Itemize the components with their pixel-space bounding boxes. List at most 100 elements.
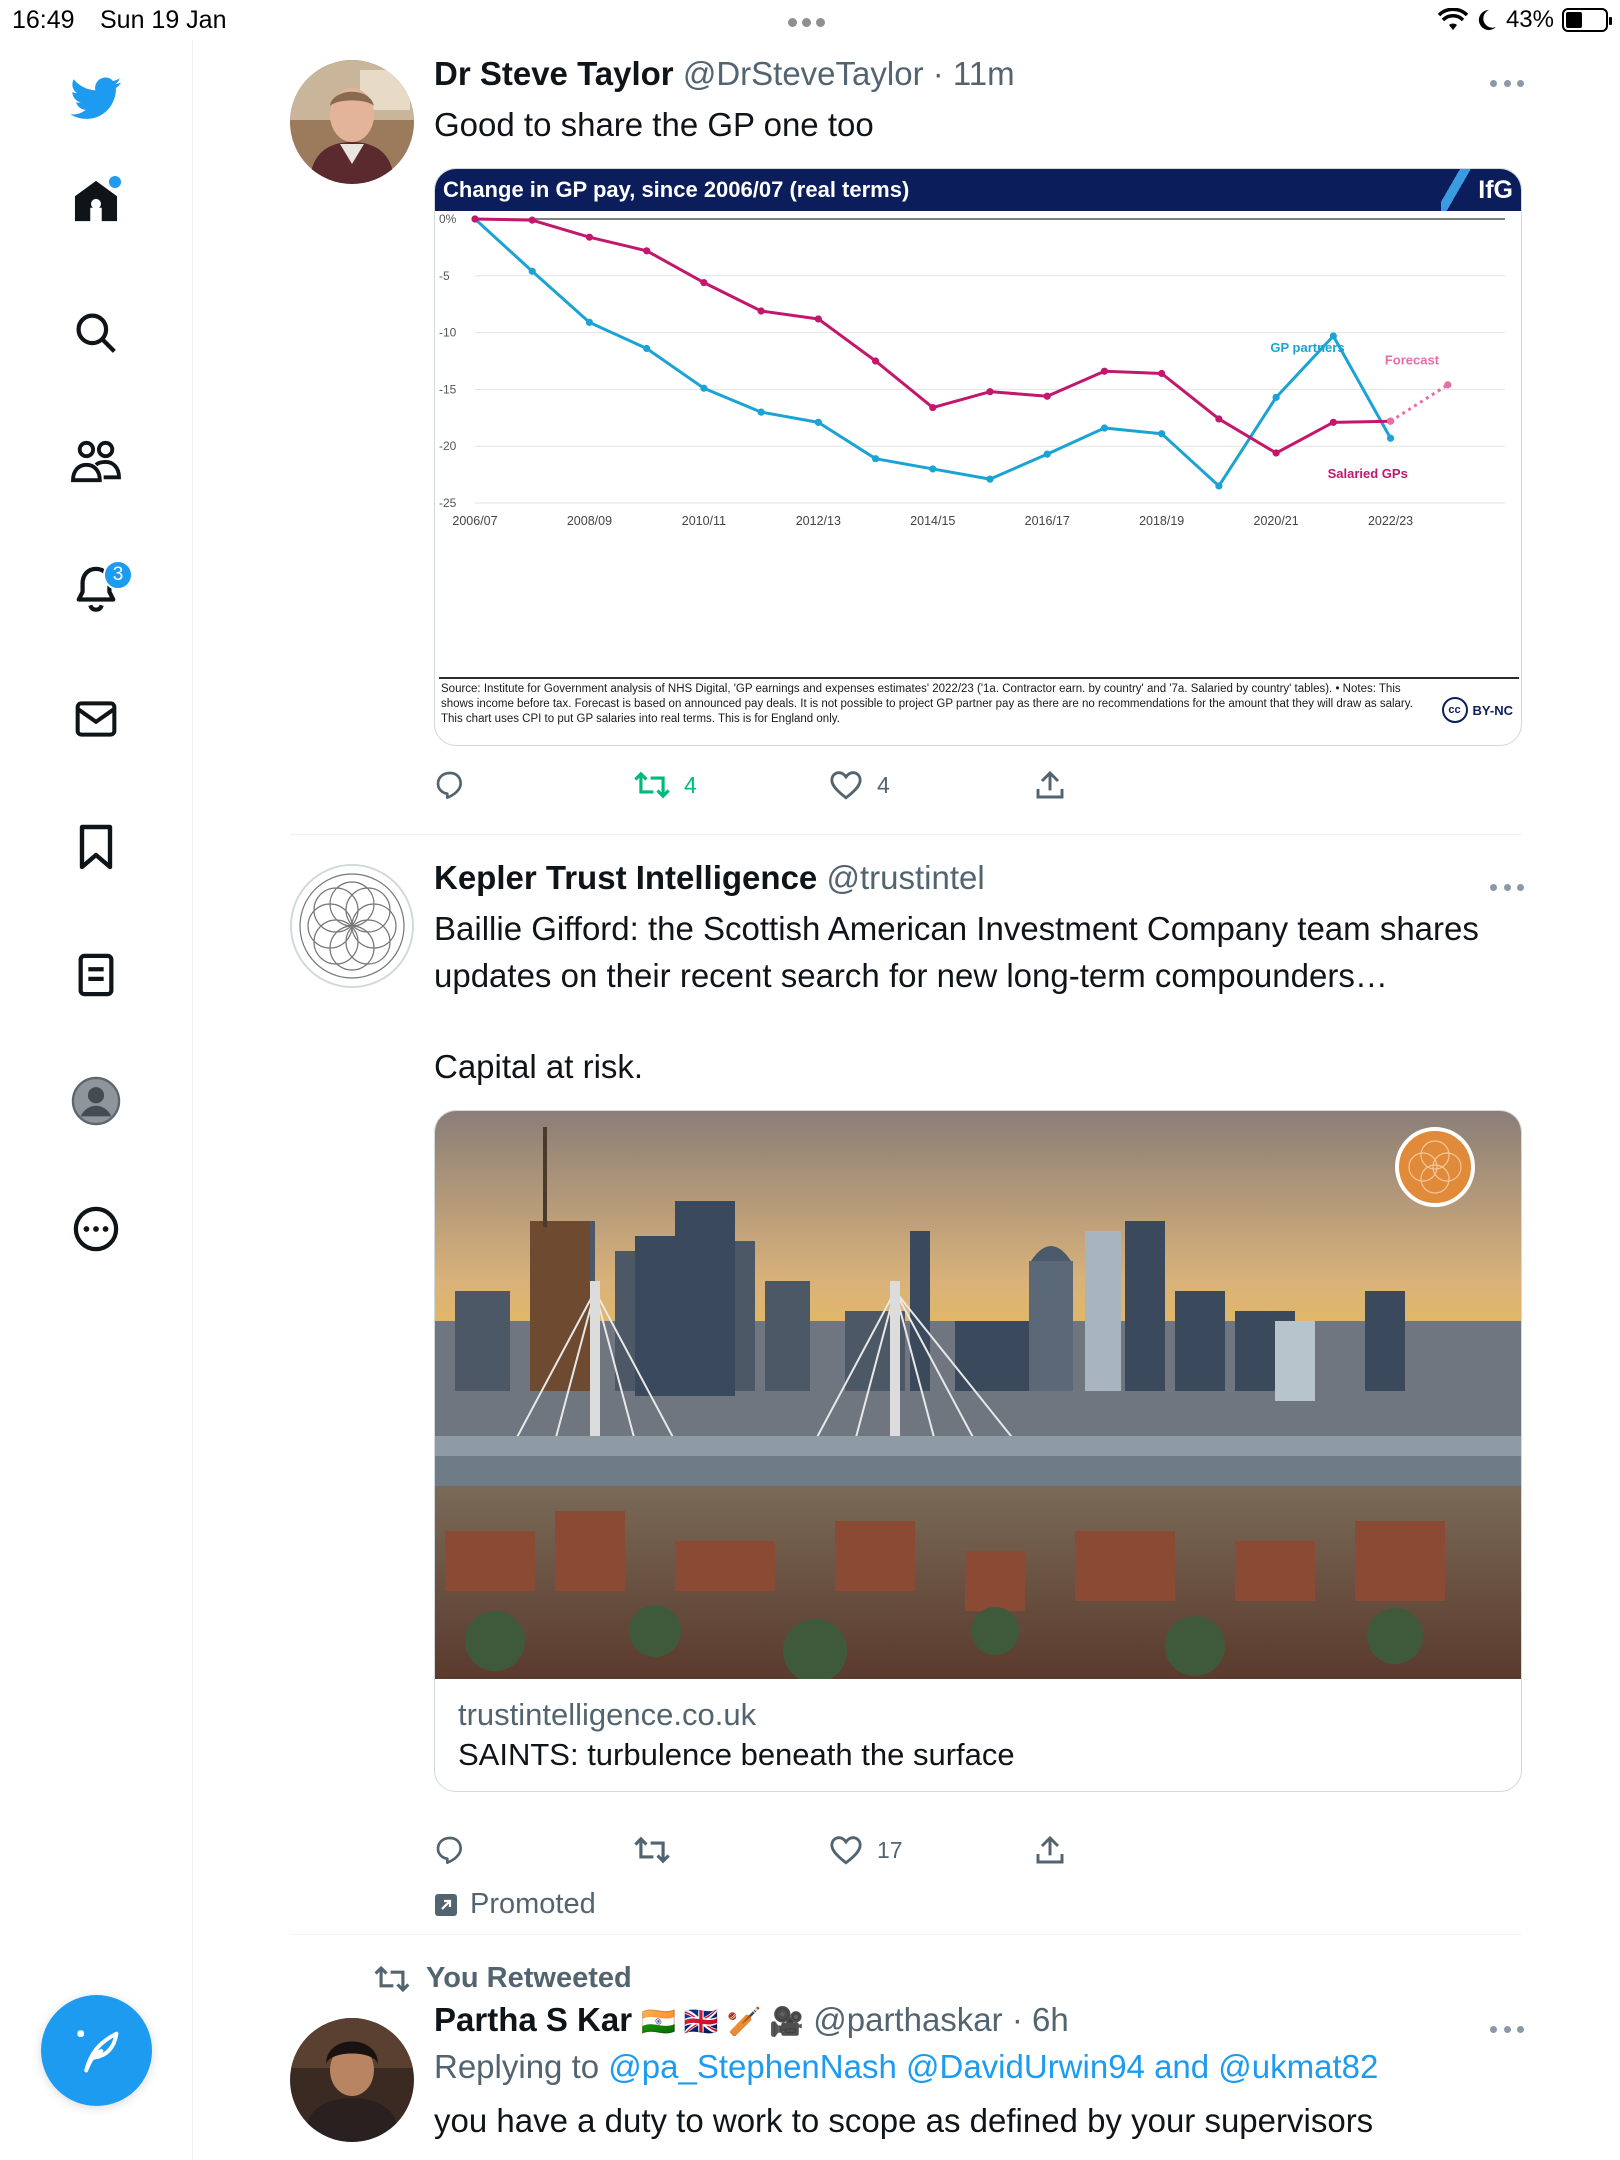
- more-options-button[interactable]: [1490, 2026, 1524, 2036]
- explore-search-icon[interactable]: [65, 302, 127, 364]
- link-preview-card[interactable]: trustintelligence.co.uk SAINTS: turbulen…: [434, 1110, 1522, 1792]
- retweet-button[interactable]: [634, 1830, 684, 1870]
- y-tick-label: -20: [439, 439, 457, 453]
- battery-percent: 43%: [1505, 6, 1554, 33]
- avatar-steve-taylor[interactable]: [290, 60, 414, 184]
- share-button[interactable]: [1034, 1830, 1066, 1870]
- like-count: 17: [877, 1836, 903, 1863]
- compose-tweet-button[interactable]: [41, 1995, 152, 2106]
- tweet-partha-kar[interactable]: You Retweeted Partha S Kar 🇮🇳 🇬🇧 🏏 🎥 @pa…: [290, 1962, 1525, 2160]
- line-chart: 0% -5 -10 -15 -20 -25 2006/07 2008/09 2010/11 201…: [439, 212, 1505, 528]
- y-tick-label: -5: [439, 269, 450, 283]
- status-date: Sun 19 Jan: [100, 6, 227, 34]
- data-point: [1215, 482, 1223, 490]
- home-icon[interactable]: [65, 170, 127, 232]
- avatar-kepler-trust[interactable]: [290, 864, 414, 988]
- chart-title: Change in GP pay, since 2006/07 (real te…: [443, 177, 910, 202]
- tweet-divider: [290, 1934, 1522, 1935]
- share-button[interactable]: [1034, 765, 1066, 805]
- replying-prefix: Replying to: [434, 2048, 600, 2085]
- tweet-content: Partha S Kar 🇮🇳 🇬🇧 🏏 🎥 @parthaskar · 6h …: [434, 2000, 1524, 2160]
- chart-source-rule: [439, 677, 1519, 679]
- messages-envelope-icon[interactable]: [65, 688, 127, 750]
- retweet-button[interactable]: 4: [634, 765, 697, 805]
- data-point: [471, 215, 479, 223]
- status-right: 43%: [1437, 4, 1612, 36]
- data-point: [986, 475, 994, 483]
- data-point: [1386, 434, 1395, 442]
- notifications-bell-icon[interactable]: 3: [65, 558, 133, 620]
- data-point: [643, 247, 651, 255]
- multitasking-dots-icon[interactable]: [788, 14, 834, 27]
- tweet-time[interactable]: · 11m: [933, 55, 1015, 92]
- x-tick-label: 2006/07: [452, 514, 497, 528]
- author-name[interactable]: Kepler Trust Intelligence: [434, 859, 817, 896]
- more-options-button[interactable]: [1490, 884, 1524, 894]
- promoted-icon: [435, 1893, 457, 1916]
- series-label: Forecast: [1385, 352, 1440, 367]
- replying-to-mentions[interactable]: @pa_StephenNash @DavidUrwin94 and @ukmat…: [608, 2048, 1378, 2085]
- like-button[interactable]: 17: [829, 1830, 903, 1870]
- link-card-title: SAINTS: turbulence beneath the surface: [458, 1737, 1015, 1772]
- x-tick-label: 2010/11: [682, 514, 726, 528]
- chart-image-card[interactable]: Change in GP pay, since 2006/07 (real te…: [434, 168, 1522, 746]
- wifi-icon: [1437, 8, 1468, 30]
- tweet-actions: 4 4: [434, 765, 1134, 805]
- author-handle[interactable]: @parthaskar: [813, 2001, 1002, 2038]
- replying-to: Replying to @pa_StephenNash @DavidUrwin9…: [434, 2044, 1378, 2090]
- data-point: [814, 418, 822, 426]
- author-handle[interactable]: @trustintel: [826, 859, 984, 896]
- bookmarks-icon[interactable]: [65, 816, 127, 878]
- data-point: [986, 388, 994, 396]
- profile-avatar-icon[interactable]: [65, 1070, 127, 1132]
- tweet-steve-taylor[interactable]: Dr Steve Taylor @DrSteveTaylor · 11m Goo…: [290, 55, 1525, 800]
- chart-source-note: Source: Institute for Government analysi…: [441, 683, 1413, 725]
- lists-icon[interactable]: [65, 944, 127, 1006]
- tweet-time[interactable]: · 6h: [1012, 2001, 1069, 2038]
- data-point: [1386, 417, 1395, 425]
- data-point: [929, 403, 937, 412]
- y-tick-label: -15: [439, 382, 457, 396]
- series-label: GP partners: [1270, 340, 1344, 355]
- data-point: [871, 455, 880, 463]
- series-label: Salaried GPs: [1328, 466, 1408, 481]
- communities-icon[interactable]: [65, 430, 127, 492]
- data-point: [1100, 424, 1109, 432]
- x-tick-label: 2016/17: [1025, 514, 1070, 528]
- series-line: [1389, 383, 1449, 423]
- reply-button[interactable]: [434, 1830, 480, 1870]
- more-options-icon[interactable]: [65, 1198, 127, 1260]
- data-point: [1272, 449, 1280, 457]
- tweet-divider: [290, 834, 1522, 835]
- tweet-text-line-2: updates on their recent search for new l…: [434, 957, 1388, 994]
- retweet-count: 4: [684, 771, 697, 798]
- data-point: [1272, 393, 1280, 401]
- retweeted-label[interactable]: You Retweeted: [426, 1962, 632, 1995]
- reply-button[interactable]: [434, 765, 480, 805]
- heart-icon: [830, 771, 862, 800]
- status-bar: 16:49 Sun 19 Jan 43%: [0, 0, 1620, 40]
- data-point: [814, 315, 822, 323]
- like-button[interactable]: 4: [829, 765, 890, 805]
- tweet-header: Kepler Trust Intelligence @trustintel: [434, 858, 985, 898]
- x-tick-label: 2014/15: [910, 514, 955, 528]
- retweet-context-icon: [374, 1965, 410, 1992]
- like-count: 4: [877, 771, 890, 798]
- twitter-logo-icon[interactable]: [65, 68, 127, 130]
- author-name[interactable]: Dr Steve Taylor: [434, 55, 674, 92]
- tweet-header: Dr Steve Taylor @DrSteveTaylor · 11m: [434, 54, 1015, 94]
- data-point: [1329, 418, 1337, 426]
- avatar-partha-kar[interactable]: [290, 2018, 414, 2142]
- more-options-button[interactable]: [1490, 80, 1524, 90]
- author-name[interactable]: Partha S Kar: [434, 2001, 632, 2038]
- license-label: BY-NC: [1472, 702, 1513, 718]
- x-tick-label: 2012/13: [796, 514, 841, 528]
- tweet-content: Kepler Trust Intelligence @trustintel Ba…: [434, 859, 1524, 1920]
- data-point: [528, 267, 536, 275]
- heart-icon: [830, 1836, 862, 1865]
- author-handle[interactable]: @DrSteveTaylor: [683, 55, 924, 92]
- x-tick-label: 2020/21: [1254, 514, 1299, 528]
- data-point: [1158, 369, 1166, 378]
- tweet-kepler-trust[interactable]: Kepler Trust Intelligence @trustintel Ba…: [290, 859, 1525, 1920]
- sidebar: 3: [0, 40, 193, 2160]
